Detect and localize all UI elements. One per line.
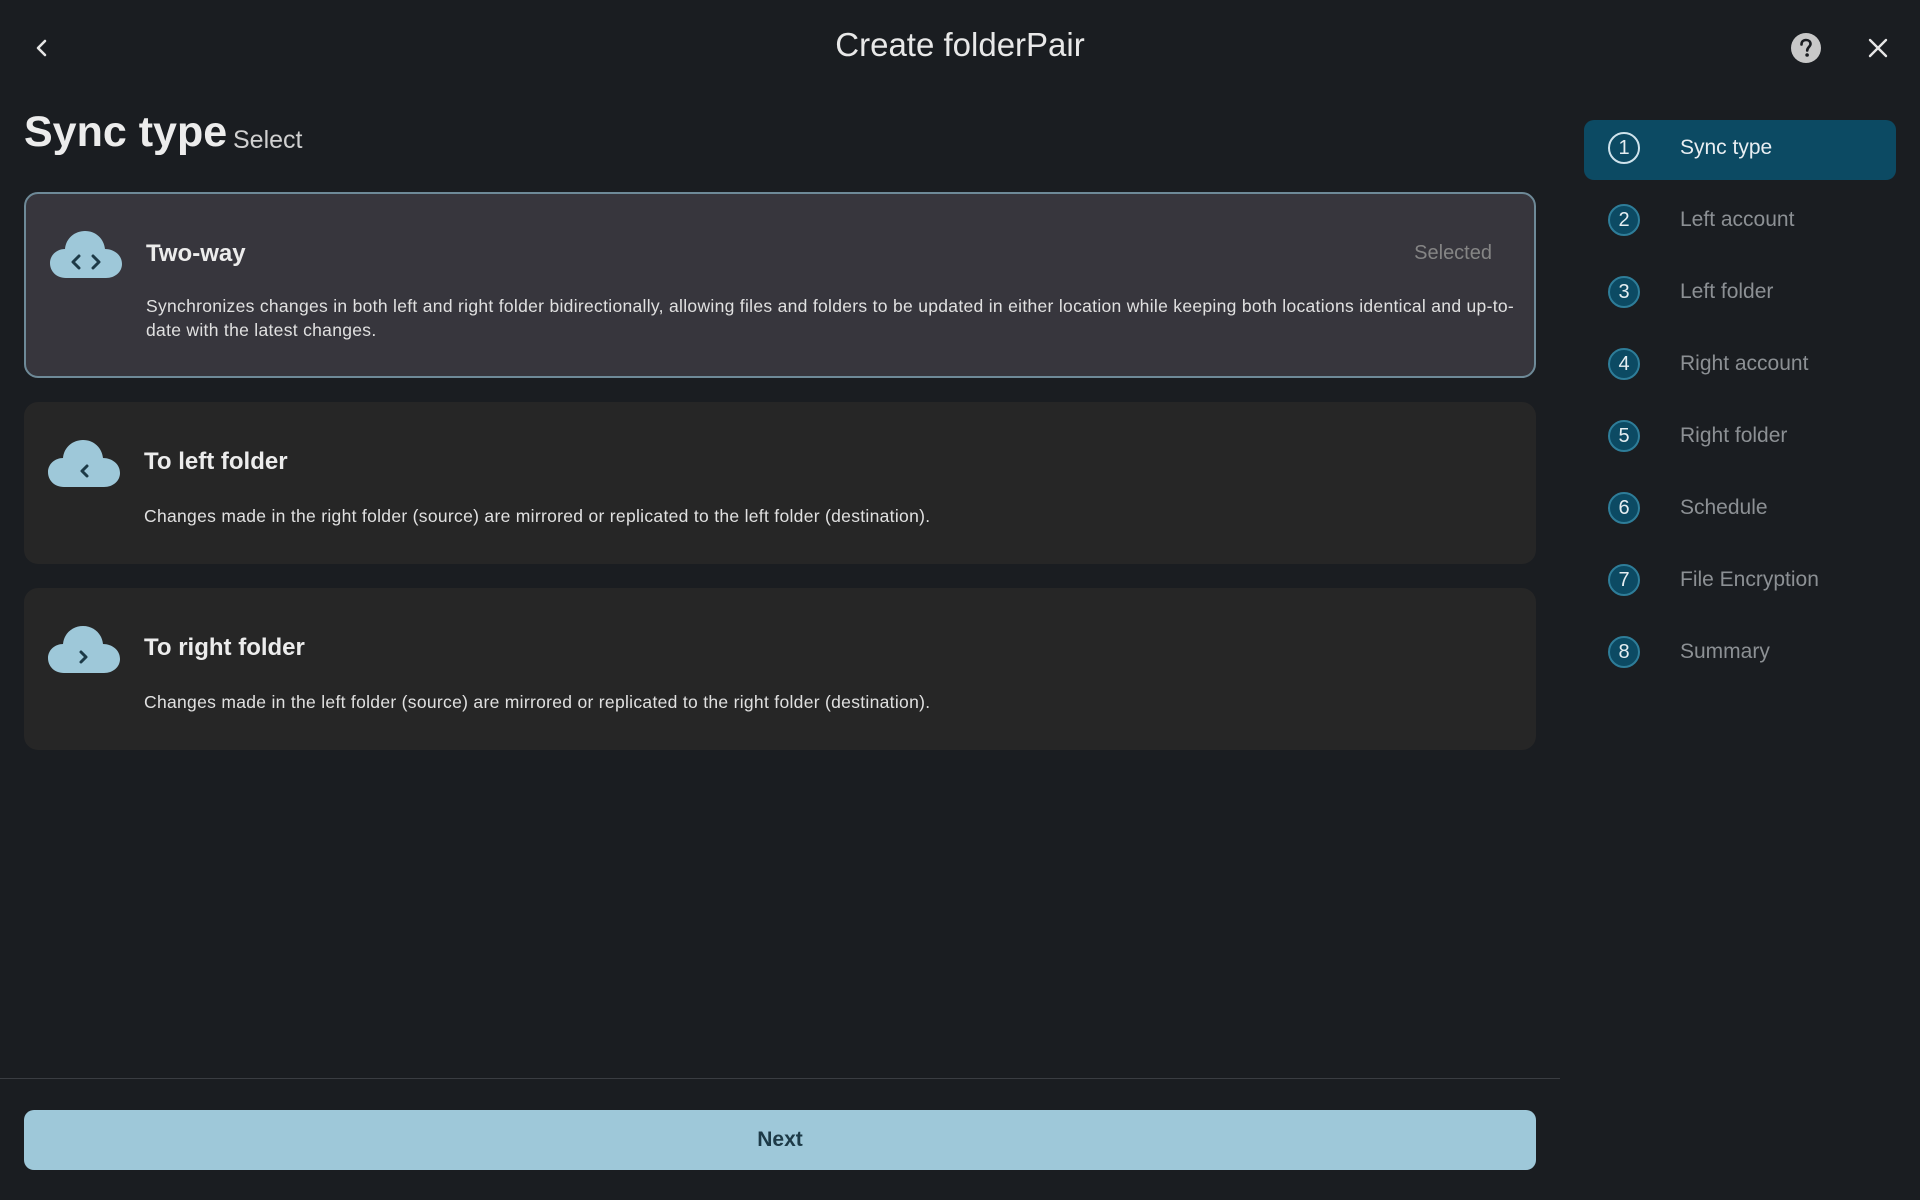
option-to-right-folder[interactable]: To right folder Changes made in the left… [24, 588, 1536, 750]
option-description: Changes made in the left folder (source)… [144, 692, 931, 712]
step-left-folder[interactable]: 3 Left folder [1584, 264, 1896, 324]
step-number: 1 [1608, 132, 1640, 164]
step-number: 5 [1608, 420, 1640, 452]
step-label: Schedule [1680, 496, 1768, 519]
section-subtitle: Select [233, 126, 303, 154]
selected-badge: Selected [1414, 242, 1492, 264]
step-label: Sync type [1680, 136, 1773, 159]
dialog-title: Create folderPair [835, 26, 1085, 63]
option-description: Changes made in the right folder (source… [144, 506, 931, 526]
step-file-encryption[interactable]: 7 File Encryption [1584, 552, 1896, 612]
step-schedule[interactable]: 6 Schedule [1584, 480, 1896, 540]
cloud-sync-icon [50, 231, 122, 278]
step-sync-type[interactable]: 1 Sync type [1584, 120, 1896, 180]
option-title: Two-way [146, 240, 246, 267]
step-summary[interactable]: 8 Summary [1584, 624, 1896, 684]
back-button[interactable] [22, 28, 62, 68]
step-number: 6 [1608, 492, 1640, 524]
create-folderpair-dialog: Create folderPair Sync type Select Two-w… [0, 0, 1920, 1200]
step-right-account[interactable]: 4 Right account [1584, 336, 1896, 396]
help-icon [1791, 33, 1821, 63]
chevron-left-icon [36, 39, 47, 57]
step-label: Right folder [1680, 424, 1788, 447]
step-left-account[interactable]: 2 Left account [1584, 192, 1896, 252]
step-label: Right account [1680, 352, 1809, 375]
wizard-stepper: 1 Sync type 2 Left account 3 Left folder… [1584, 120, 1896, 696]
step-label: Left folder [1680, 280, 1774, 303]
step-number: 7 [1608, 564, 1640, 596]
section-title: Sync type [24, 108, 228, 156]
option-two-way[interactable]: Two-way Selected Synchronizes changes in… [24, 192, 1536, 378]
step-number: 2 [1608, 204, 1640, 236]
step-number: 8 [1608, 636, 1640, 668]
footer-divider [0, 1078, 1560, 1079]
option-title: To left folder [144, 448, 288, 475]
step-label: Summary [1680, 640, 1770, 663]
cloud-left-icon [48, 440, 120, 487]
step-number: 3 [1608, 276, 1640, 308]
option-to-left-folder[interactable]: To left folder Changes made in the right… [24, 402, 1536, 564]
close-button[interactable] [1858, 28, 1898, 68]
step-label: File Encryption [1680, 568, 1819, 591]
close-icon [1868, 38, 1888, 58]
cloud-right-icon [48, 626, 120, 673]
option-title: To right folder [144, 634, 305, 661]
help-button[interactable] [1786, 28, 1826, 68]
option-description: Synchronizes changes in both left and ri… [146, 296, 1515, 340]
step-label: Left account [1680, 208, 1795, 231]
step-right-folder[interactable]: 5 Right folder [1584, 408, 1896, 468]
step-number: 4 [1608, 348, 1640, 380]
next-button[interactable]: Next [24, 1110, 1536, 1170]
header: Create folderPair [0, 0, 1920, 96]
